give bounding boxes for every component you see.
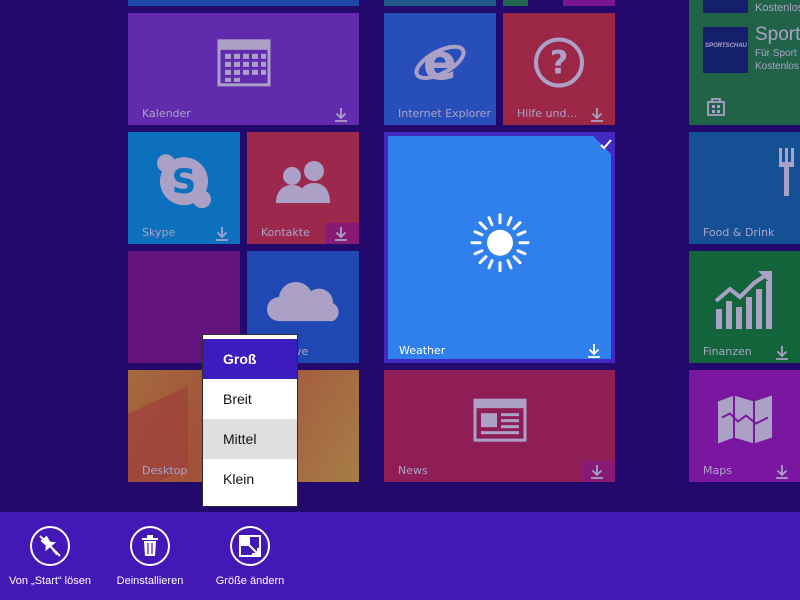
- cloud-icon: [265, 279, 341, 327]
- uninstall-label: Deinstallieren: [116, 575, 184, 587]
- store-line: Kostenlos: [755, 2, 800, 14]
- unpin-button[interactable]: Von „Start“ lösen: [0, 526, 100, 587]
- tile-weather[interactable]: Weather: [384, 132, 615, 363]
- tile-label: Kontakte: [261, 226, 310, 239]
- tile-partial-top-left[interactable]: [128, 0, 359, 6]
- download-icon: [776, 464, 788, 479]
- download-icon: [216, 226, 228, 241]
- stock-chart-icon: [714, 271, 776, 333]
- store-headline: Sport: [755, 24, 800, 45]
- tile-food-drink[interactable]: Food & Drink: [689, 132, 800, 244]
- store-line: Kostenlos: [755, 61, 799, 72]
- contacts-icon: [272, 159, 334, 209]
- tile-kalender[interactable]: Kalender: [128, 13, 359, 125]
- tile-label: Weather: [399, 344, 446, 357]
- resize-option-klein[interactable]: Klein: [203, 459, 297, 499]
- tile-label: Hilfe und…: [517, 107, 578, 120]
- tile-partial-top-3[interactable]: [563, 0, 615, 6]
- tile-label: Skype: [142, 226, 176, 239]
- download-icon: [335, 226, 347, 241]
- tile-store-sport[interactable]: Kostenlos SPORTSCHAU Sport Für Sport Kos…: [689, 0, 800, 125]
- download-icon: [335, 107, 347, 122]
- store-icon: [706, 96, 726, 120]
- tile-internet-explorer[interactable]: e Internet Explorer: [384, 13, 496, 125]
- tile-skype[interactable]: S Skype: [128, 132, 240, 244]
- download-icon: [591, 107, 603, 122]
- tile-label: Kalender: [142, 107, 191, 120]
- svg-text:S: S: [172, 162, 197, 202]
- resize-menu: Groß Breit Mittel Klein: [202, 334, 298, 507]
- download-icon: [591, 464, 603, 479]
- unpin-label: Von „Start“ lösen: [9, 575, 91, 587]
- map-icon: [716, 394, 774, 450]
- tile-partial-top-2[interactable]: [503, 0, 528, 6]
- tile-news[interactable]: News: [384, 370, 615, 482]
- store-thumbnail-top: [703, 0, 748, 13]
- app-bar: Von „Start“ lösen Deinstallieren Größe ä…: [0, 512, 800, 600]
- download-icon: [588, 343, 600, 358]
- trash-icon: [130, 526, 170, 566]
- news-icon: [473, 398, 527, 446]
- resize-option-gross[interactable]: Groß: [203, 339, 297, 379]
- resize-option-mittel[interactable]: Mittel: [203, 419, 297, 459]
- uninstall-button[interactable]: Deinstallieren: [100, 526, 200, 587]
- skype-icon: S: [156, 153, 212, 213]
- download-icon: [776, 345, 788, 360]
- internet-explorer-icon: e: [412, 33, 468, 93]
- resize-icon: [230, 526, 270, 566]
- checkmark-icon: [600, 135, 612, 154]
- store-line: Für Sport: [755, 48, 797, 59]
- tile-label: Desktop: [142, 464, 188, 477]
- svg-text:?: ?: [550, 44, 569, 82]
- start-screen: Kalender e Internet Explorer ? Hilfe und…: [0, 0, 800, 512]
- calendar-icon: [217, 39, 271, 91]
- tile-label: Food & Drink: [703, 226, 775, 239]
- svg-text:e: e: [423, 35, 457, 89]
- tile-kontakte[interactable]: Kontakte: [247, 132, 359, 244]
- cutlery-icon: [777, 148, 800, 200]
- sun-icon: [469, 211, 531, 277]
- resize-option-breit[interactable]: Breit: [203, 379, 297, 419]
- resize-button[interactable]: Größe ändern: [200, 526, 300, 587]
- tile-partial-top-1[interactable]: [384, 0, 496, 6]
- tile-label: Maps: [703, 464, 732, 477]
- sportschau-logo: SPORTSCHAU: [703, 27, 748, 73]
- tile-label: Finanzen: [703, 345, 752, 358]
- tile-maps[interactable]: Maps: [689, 370, 800, 482]
- unpin-icon: [30, 526, 70, 566]
- help-icon: ?: [533, 37, 585, 93]
- tile-label: News: [398, 464, 428, 477]
- tile-hilfe[interactable]: ? Hilfe und…: [503, 13, 615, 125]
- tile-label: Internet Explorer: [398, 107, 491, 120]
- resize-label: Größe ändern: [215, 575, 285, 587]
- tile-finanzen[interactable]: Finanzen: [689, 251, 800, 363]
